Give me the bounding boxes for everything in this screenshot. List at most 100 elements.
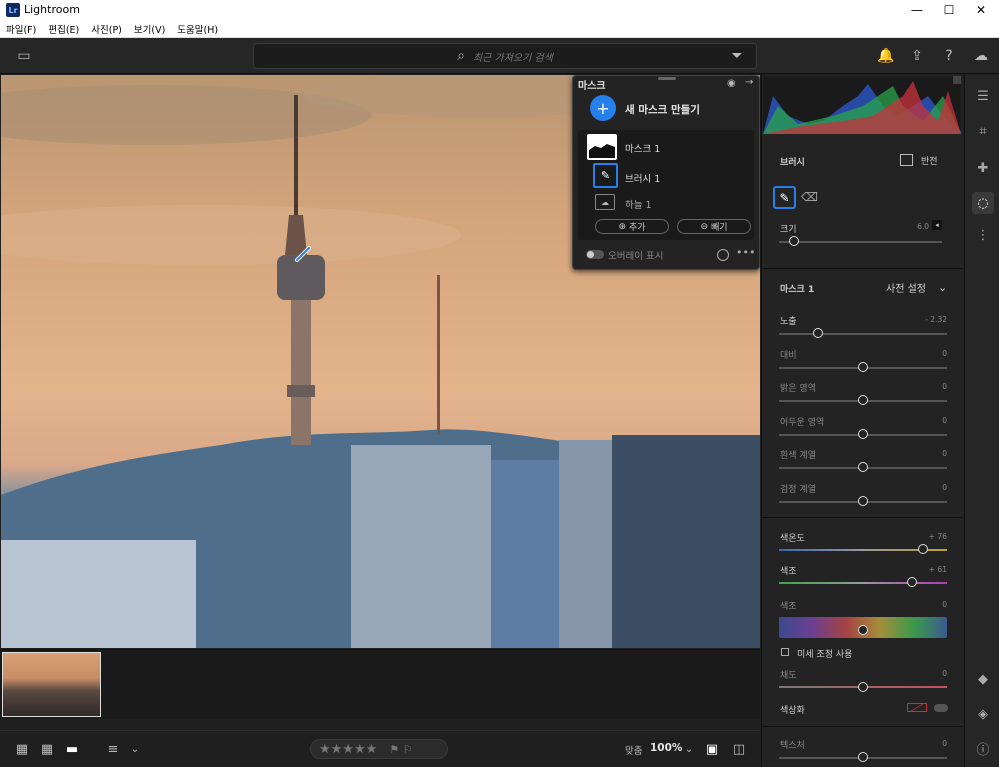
comment-icon[interactable]: ◆ (972, 668, 994, 690)
menu-help[interactable]: 도움말(H) (177, 22, 218, 36)
slider-track[interactable] (779, 333, 947, 335)
subtract-mask-button[interactable]: ⊖ 빼기 (677, 219, 751, 234)
slider-knob[interactable] (858, 495, 868, 506)
texture-value[interactable]: 0 (887, 739, 947, 748)
brush-item-label[interactable]: 브러시 1 (625, 171, 660, 185)
slider-knob[interactable] (812, 328, 823, 338)
collapse-arrow-icon[interactable]: → (745, 77, 753, 88)
eraser-icon[interactable]: ⌫ (801, 190, 818, 204)
colorize-toggle[interactable] (934, 704, 948, 712)
slider-knob[interactable] (858, 428, 868, 439)
compare-icon[interactable]: ◫ (730, 740, 748, 758)
slider-value[interactable]: - 2.32 (887, 315, 947, 324)
maximize-button[interactable]: ☐ (931, 0, 967, 20)
help-icon[interactable]: ? (938, 45, 960, 67)
crop-icon[interactable]: ⌗ (972, 120, 994, 142)
sliders-icon[interactable]: ☰ (972, 85, 994, 107)
slider-label: 밝은 영역 (780, 384, 816, 394)
slider-label: 노출 (780, 317, 797, 327)
slider-value[interactable]: 0 (887, 416, 947, 425)
overlay-label: 오버레이 표시 (608, 251, 664, 262)
tag-icon[interactable]: ◈ (972, 703, 994, 725)
color-slider-knob[interactable] (906, 577, 917, 587)
slider-knob[interactable] (858, 462, 868, 472)
single-view-icon[interactable]: ▬ (63, 740, 81, 758)
mask-thumbnail[interactable] (587, 134, 617, 160)
mask-item-label[interactable]: 마스크 1 (625, 141, 660, 155)
star-rating[interactable]: ★★★★★ ⚑ ⚐ (310, 739, 448, 759)
share-icon[interactable]: ⇪ (906, 45, 928, 67)
sky-item-label[interactable]: 하늘 1 (625, 197, 652, 211)
flag-icons[interactable]: ⚑ ⚐ (389, 743, 412, 756)
window-titlebar (0, 0, 999, 20)
preset-chevron-icon[interactable]: ⌄ (938, 281, 947, 294)
grid-large-icon[interactable]: ▦ (38, 740, 56, 758)
panel-toggle-icon[interactable]: ▭ (13, 45, 35, 67)
brush-icon[interactable]: ✎ (593, 163, 618, 188)
masking-icon[interactable]: ◌ (972, 192, 994, 214)
fine-adjust-checkbox[interactable] (781, 648, 789, 656)
colorize-swatch[interactable] (907, 703, 927, 712)
healing-icon[interactable]: ✚ (972, 157, 994, 179)
menu-photo[interactable]: 사진(P) (91, 22, 122, 36)
more-tools-icon[interactable]: ⋮ (972, 224, 994, 246)
slider-knob[interactable] (858, 395, 868, 405)
slider-value[interactable]: 0 (887, 349, 947, 358)
color-slider-value[interactable]: + 76 (887, 532, 947, 541)
before-after-icon[interactable]: ▣ (703, 740, 721, 758)
overlay-toggle[interactable] (586, 250, 604, 259)
sky-icon[interactable]: ☁ (595, 194, 615, 210)
menu-view[interactable]: 보기(V) (134, 22, 165, 36)
brush-section-title: 브러시 (780, 158, 805, 168)
size-arrow-icon[interactable]: ◂ (932, 220, 942, 230)
new-mask-label[interactable]: 새 마스크 만들기 (625, 102, 700, 117)
invert-label[interactable]: 반전 (921, 154, 938, 167)
invert-icon[interactable] (900, 154, 913, 166)
cloud-icon[interactable]: ☁ (970, 45, 992, 67)
filmstrip-thumbnail[interactable] (2, 652, 101, 717)
add-mask-button[interactable]: ⊕ 추가 (595, 219, 669, 234)
slider-value[interactable]: 0 (887, 382, 947, 391)
color-slider-value[interactable]: + 61 (887, 565, 947, 574)
brush-tool-icon[interactable]: ✎ (773, 186, 796, 209)
size-slider-knob[interactable] (789, 236, 799, 246)
preset-label[interactable]: 사전 설정 (886, 280, 926, 295)
bell-icon[interactable]: 🔔 (875, 45, 897, 67)
slider-knob[interactable] (858, 361, 868, 372)
drag-handle[interactable] (658, 77, 676, 80)
eye-icon[interactable]: ◉ (727, 78, 736, 89)
close-button[interactable]: ✕ (963, 0, 999, 20)
filmstrip (0, 649, 760, 719)
menu-edit[interactable]: 편집(E) (48, 22, 79, 36)
texture-knob[interactable] (858, 752, 868, 762)
search-placeholder: 최근 가져오기 검색 (472, 52, 553, 64)
search-input[interactable]: ⌕ 최근 가져오기 검색 (253, 43, 757, 69)
size-slider-track[interactable] (779, 241, 942, 243)
slider-value[interactable]: 0 (887, 483, 947, 492)
fine-adjust-label[interactable]: 미세 조정 사용 (797, 647, 852, 660)
minimize-button[interactable]: — (899, 0, 935, 20)
menu-file[interactable]: 파일(F) (6, 22, 36, 36)
color-slider-knob[interactable] (858, 625, 868, 635)
histogram-clip-toggle[interactable] (953, 76, 961, 84)
grid-small-icon[interactable]: ▦ (13, 740, 31, 758)
color-slider-value[interactable]: 0 (887, 600, 947, 609)
filter-icon[interactable]: ⏷ (726, 45, 748, 67)
zoom-chevron-icon[interactable]: ⌄ (680, 740, 698, 758)
tint-track[interactable] (779, 582, 947, 584)
chevron-down-icon[interactable]: ⌄ (126, 740, 144, 758)
menu-bar: 파일(F) 편집(E) 사진(P) 보기(V) 도움말(H) (0, 20, 999, 38)
new-mask-button[interactable]: + (590, 95, 616, 121)
divider (762, 268, 963, 269)
subtract-icon: ⊖ (700, 221, 708, 232)
saturation-knob[interactable] (858, 682, 868, 692)
more-icon[interactable]: ••• (736, 246, 755, 259)
slider-value[interactable]: 0 (887, 449, 947, 458)
size-value[interactable]: 6.0 (869, 222, 929, 231)
zoom-value[interactable]: 100% (650, 742, 682, 754)
stars-icon[interactable]: ★★★★★ (319, 742, 377, 757)
info-icon[interactable]: ⓘ (972, 737, 994, 759)
sort-icon[interactable]: ≡ (104, 740, 122, 758)
overlay-color-circle[interactable] (717, 249, 729, 261)
saturation-value[interactable]: 0 (887, 669, 947, 678)
